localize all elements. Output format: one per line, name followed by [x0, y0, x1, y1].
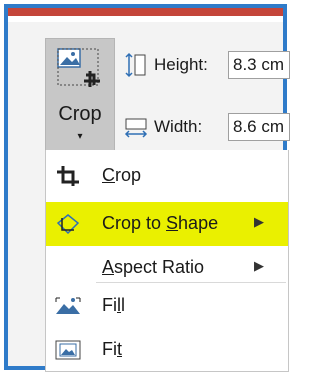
crop-button-label: Crop	[58, 103, 102, 125]
menu-item-fill[interactable]: Fill	[46, 284, 288, 328]
screenshot-frame: Crop ▾ Height: 8.3 cm Width: 8.6 cm Crop…	[4, 4, 290, 372]
crop-icon	[57, 166, 79, 186]
title-accent-strip	[8, 8, 283, 22]
fill-icon	[55, 297, 81, 314]
menu-item-label: Crop to Shape	[102, 213, 219, 233]
menu-item-label: Crop	[102, 165, 142, 185]
height-icon	[125, 52, 146, 78]
submenu-arrow-icon: ▶	[254, 214, 264, 229]
crop-split-button[interactable]: Crop ▾	[45, 38, 115, 158]
chevron-down-icon: ▾	[77, 131, 83, 142]
menu-item-label: Fit	[102, 339, 123, 359]
menu-item-fit[interactable]: Fit	[46, 328, 288, 372]
crop-to-shape-icon	[56, 214, 80, 235]
width-icon	[124, 118, 148, 138]
picture-format-ribbon: Crop ▾ Height: 8.3 cm Width: 8.6 cm	[8, 22, 290, 158]
width-control: Width: 8.6 cm	[124, 110, 290, 144]
crop-dropdown-menu: Crop Crop to Shape ▶ Aspect Ratio ▶ Fill	[45, 150, 289, 372]
height-control: Height: 8.3 cm	[124, 48, 290, 82]
menu-separator	[96, 282, 286, 283]
submenu-arrow-icon: ▶	[254, 258, 264, 273]
width-input[interactable]: 8.6 cm	[228, 113, 290, 141]
menu-item-label: Aspect Ratio	[102, 257, 205, 277]
menu-item-crop-to-shape[interactable]: Crop to Shape ▶	[46, 202, 288, 246]
width-label: Width:	[154, 117, 203, 136]
height-label: Height:	[154, 55, 208, 74]
menu-item-label: Fill	[102, 295, 125, 315]
height-input[interactable]: 8.3 cm	[228, 51, 290, 79]
fit-icon	[55, 340, 81, 360]
menu-item-crop[interactable]: Crop	[46, 154, 288, 198]
crop-image-icon	[57, 48, 100, 87]
